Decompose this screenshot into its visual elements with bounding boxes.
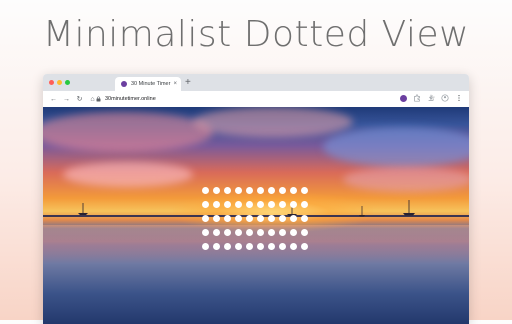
profile-icon[interactable] [441,94,449,102]
cloud-shape [193,107,353,137]
timer-dot [279,201,286,208]
timer-dot [257,243,264,250]
timer-dot [224,229,231,236]
sailboat-icon [403,200,415,216]
timer-dot [202,243,209,250]
timer-dot [268,201,275,208]
tab-title: 30 Minute Timer [131,81,171,87]
timer-dot [246,201,253,208]
timer-dot [257,187,264,194]
timer-dot [213,229,220,236]
timer-dot [224,201,231,208]
tab-30-minute-timer[interactable]: 30 Minute Timer × [115,77,181,91]
puzzle-icon[interactable] [413,94,421,102]
timer-dot [246,187,253,194]
timer-dot [268,187,275,194]
tab-strip: 30 Minute Timer × + [43,74,469,91]
page-viewport [43,107,469,324]
timer-dot [279,215,286,222]
sailboat-icon [359,206,365,217]
timer-dot [224,187,231,194]
timer-dot [246,243,253,250]
timer-dot [246,215,253,222]
back-icon[interactable]: ← [47,96,60,103]
cloud-shape [63,162,193,187]
timer-dot [290,215,297,222]
extension-timer-icon[interactable] [400,94,407,102]
cloud-shape [323,127,469,167]
timer-dot [290,243,297,250]
cloud-shape [43,112,213,152]
window-controls [49,80,70,85]
toolbar-right-icons [400,94,463,102]
timer-dot [301,187,308,194]
browser-window: 30 Minute Timer × + ← → ↻ ⌂ 30minutetime… [43,74,469,324]
timer-dot [301,215,308,222]
timer-dot [235,229,242,236]
timer-dot [202,215,209,222]
timer-dot [202,201,209,208]
timer-dot [213,201,220,208]
timer-dot [202,229,209,236]
timer-dot [213,187,220,194]
timer-dot [290,201,297,208]
browser-toolbar: ← → ↻ ⌂ 30minutetimer.online ☆ [43,91,469,108]
timer-dot [290,229,297,236]
timer-favicon-icon [121,81,127,87]
timer-dot [246,229,253,236]
timer-dot [301,201,308,208]
download-icon[interactable] [427,94,435,102]
timer-dot [213,215,220,222]
sailboat-icon [78,203,88,215]
lock-icon [96,95,101,101]
timer-dot [279,229,286,236]
forward-icon[interactable]: → [60,96,73,103]
timer-dot [268,215,275,222]
timer-dot [279,187,286,194]
timer-dot [279,243,286,250]
timer-dot [257,215,264,222]
cloud-shape [343,167,469,192]
address-bar[interactable]: 30minutetimer.online ☆ [96,93,435,104]
headline: Minimalist Dotted View [42,14,470,55]
timer-dot [301,229,308,236]
timer-dot [301,243,308,250]
timer-dot [268,229,275,236]
timer-dot [224,215,231,222]
timer-dot [257,229,264,236]
maximize-window-icon[interactable] [65,80,70,85]
new-tab-button[interactable]: + [185,76,191,90]
close-tab-icon[interactable]: × [173,81,177,87]
reload-icon[interactable]: ↻ [73,95,86,103]
timer-dot [224,243,231,250]
minimize-window-icon[interactable] [57,80,62,85]
url-text: 30minutetimer.online [105,95,156,102]
menu-icon[interactable] [455,94,463,102]
timer-dot [235,187,242,194]
timer-dot [213,243,220,250]
timer-dot [235,201,242,208]
timer-dot [268,243,275,250]
timer-dot [257,201,264,208]
timer-dot [202,187,209,194]
timer-dot [235,215,242,222]
dotted-timer-display [202,187,309,253]
close-window-icon[interactable] [49,80,54,85]
timer-dot [235,243,242,250]
timer-dot [290,187,297,194]
